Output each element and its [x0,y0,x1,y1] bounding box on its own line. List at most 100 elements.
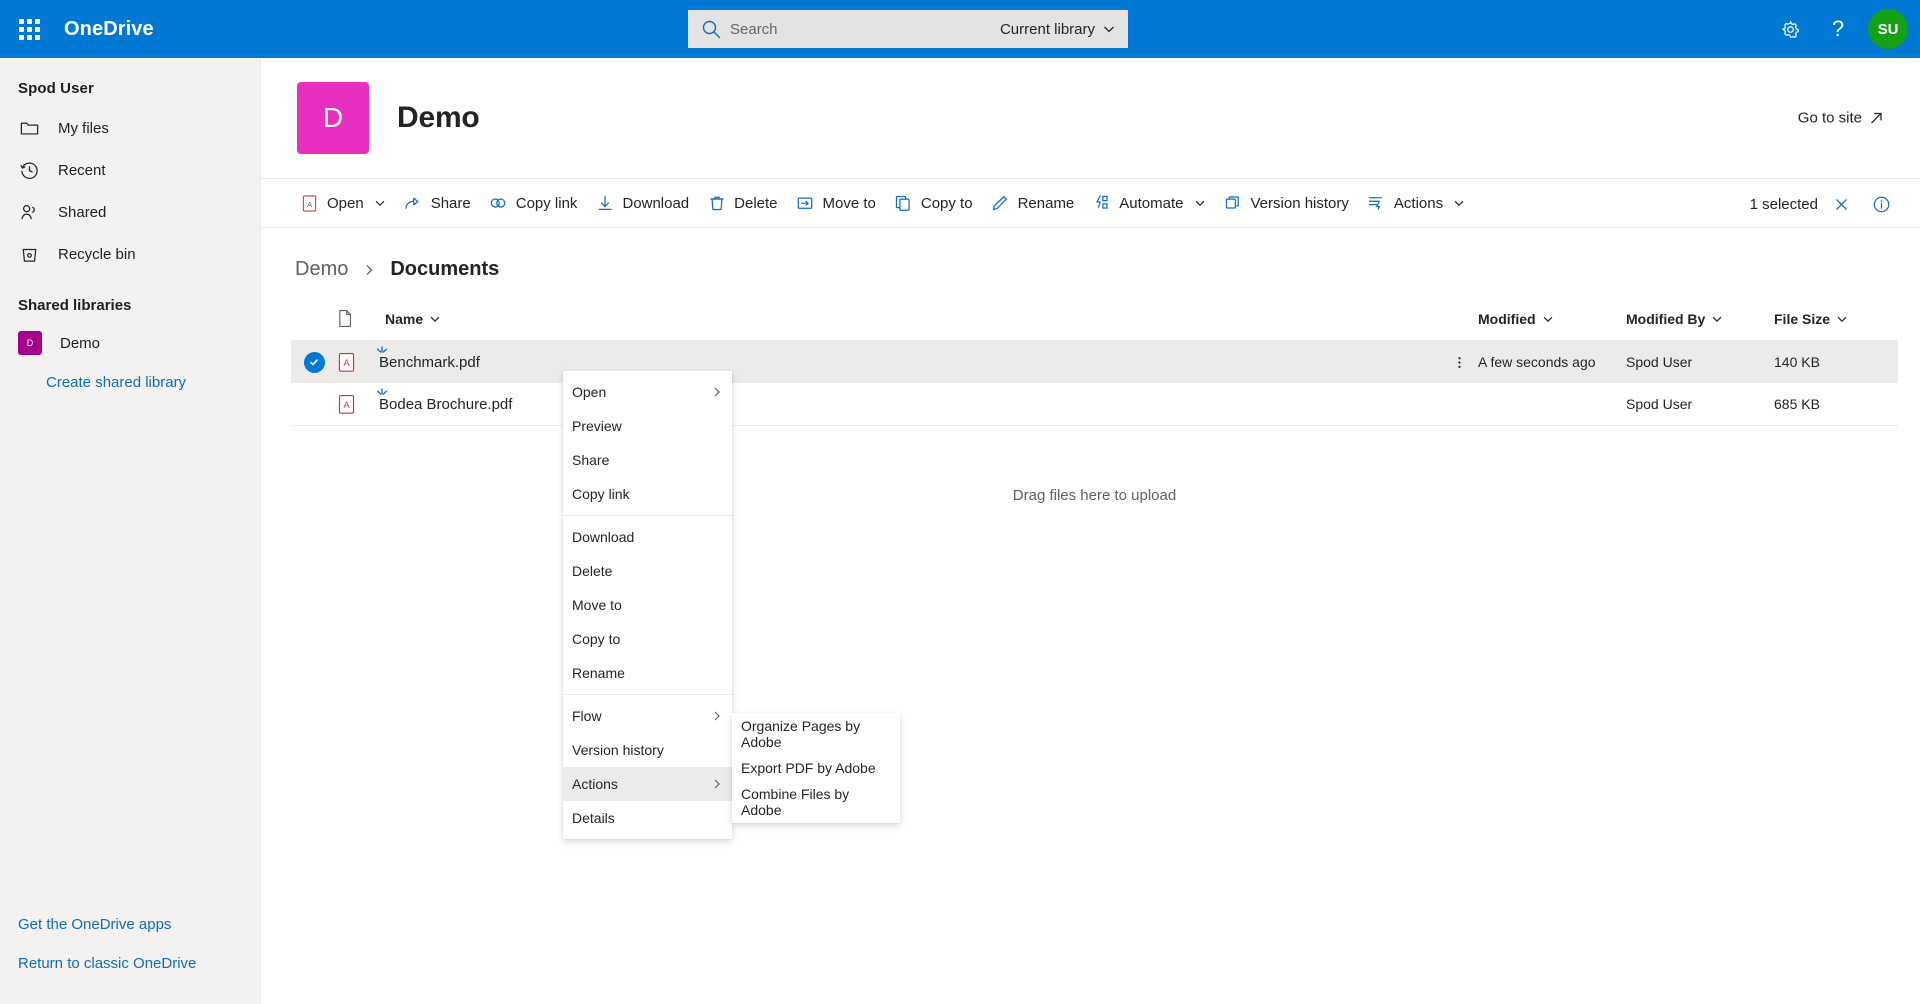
table-row[interactable]: A Bodea Brochure.pdf Spod User 685 KB [291,383,1898,425]
chevron-down-icon [1102,22,1116,36]
file-name-link[interactable]: Benchmark.pdf [379,354,480,371]
submenu-item-label: Export PDF by Adobe [741,760,891,776]
row-checkbox[interactable] [291,352,337,373]
context-menu-item-download[interactable]: Download [563,520,732,554]
command-label: Copy to [921,195,973,212]
column-header-modified[interactable]: Modified [1472,302,1620,336]
chevron-right-icon [711,386,723,398]
column-header-modified-by[interactable]: Modified By [1620,302,1768,336]
context-menu-item-copy-to[interactable]: Copy to [563,622,732,656]
go-to-site-link[interactable]: Go to site [1798,110,1884,127]
sidebar-item-recent[interactable]: Recent [0,149,260,191]
context-menu-item-move-to[interactable]: Move to [563,588,732,622]
context-menu-item-share[interactable]: Share [563,443,732,477]
command-copy-link[interactable]: Copy link [480,183,587,223]
sidebar-library-demo[interactable]: D Demo [0,322,260,364]
command-label: Open [327,195,364,212]
modified-cell: A few seconds ago [1472,354,1620,370]
command-share[interactable]: Share [395,183,480,223]
drop-zone[interactable]: Drag files here to upload [291,425,1898,565]
drop-zone-hint: Drag files here to upload [1013,487,1176,504]
context-menu-item-actions[interactable]: Actions [563,767,732,801]
context-menu-item-label: Preview [572,418,723,434]
command-download[interactable]: Download [586,183,698,223]
command-rename[interactable]: Rename [982,183,1084,223]
avatar[interactable]: SU [1868,9,1908,49]
breadcrumb-item-demo[interactable]: Demo [291,256,352,283]
command-actions[interactable]: Actions [1358,183,1474,223]
sidebar-item-shared[interactable]: Shared [0,191,260,233]
sidebar-item-label: My files [58,120,109,137]
selection-count: 1 selected [1750,196,1818,213]
row-more-actions-button[interactable] [1446,355,1472,370]
return-to-classic-onedrive-link[interactable]: Return to classic OneDrive [0,945,260,984]
file-type-icon-cell: A [337,352,379,373]
search-input[interactable] [730,21,990,38]
sidebar: Spod User My files Recent [0,58,261,1004]
people-icon [18,201,40,223]
column-header-file-size[interactable]: File Size [1768,302,1898,336]
command-move-to[interactable]: Move to [787,183,885,223]
context-menu-item-preview[interactable]: Preview [563,409,732,443]
get-onedrive-apps-link[interactable]: Get the OneDrive apps [0,906,260,945]
settings-button[interactable] [1766,5,1814,53]
sidebar-item-recycle-bin[interactable]: Recycle bin [0,233,260,275]
context-menu-item-copy-link[interactable]: Copy link [563,477,732,511]
library-label: Demo [60,335,100,352]
context-menu-item-delete[interactable]: Delete [563,554,732,588]
file-name-link[interactable]: Bodea Brochure.pdf [379,396,512,413]
file-type-icon-cell: A [337,394,379,415]
context-menu-item-rename[interactable]: Rename [563,656,732,690]
file-type-column-header[interactable] [337,309,379,328]
sidebar-item-label: Recent [58,162,106,179]
trash-icon [707,194,726,213]
actions-icon [1367,194,1386,213]
context-menu-item-label: Copy to [572,631,723,647]
clear-selection-button[interactable] [1824,187,1858,221]
command-label: Delete [734,195,777,212]
column-header-name[interactable]: Name [379,302,1472,336]
context-menu-item-label: Move to [572,597,723,613]
command-automate[interactable]: Automate [1083,183,1214,223]
command-label: Download [622,195,689,212]
help-button[interactable]: ? [1814,5,1862,53]
new-file-badge-icon [375,387,389,401]
submenu-item-combine-files[interactable]: Combine Files by Adobe [732,785,900,819]
create-shared-library-link[interactable]: Create shared library [0,364,260,401]
submenu-item-organize-pages[interactable]: Organize Pages by Adobe [732,717,900,751]
command-open[interactable]: A Open [291,183,395,223]
command-label: Actions [1394,195,1443,212]
sidebar-item-my-files[interactable]: My files [0,107,260,149]
file-list-header: Name Modified Modified By File Size [291,297,1898,341]
column-header-label: Modified By [1626,311,1705,327]
brand-onedrive[interactable]: OneDrive [64,18,154,41]
command-copy-to[interactable]: Copy to [885,183,982,223]
checkbox-checked-icon [304,352,325,373]
chevron-right-icon [711,710,723,722]
context-menu-item-details[interactable]: Details [563,801,732,835]
svg-text:A: A [343,399,349,409]
submenu-item-export-pdf[interactable]: Export PDF by Adobe [732,751,900,785]
command-version-history[interactable]: Version history [1215,183,1358,223]
command-label: Rename [1018,195,1075,212]
chevron-down-icon [374,197,386,209]
breadcrumb-item-documents[interactable]: Documents [386,256,503,283]
column-header-label: Name [385,311,423,327]
table-row[interactable]: A Benchmark.pdf A few seconds ago Spod U… [291,341,1898,383]
sidebar-footer: Get the OneDrive apps Return to classic … [0,906,260,984]
search-box[interactable]: Current library [688,10,1128,48]
app-launcher-button[interactable] [0,0,58,58]
site-header: D Demo Go to site [261,58,1920,178]
chevron-down-icon [1836,313,1848,325]
command-delete[interactable]: Delete [698,183,786,223]
version-history-icon [1224,194,1243,213]
context-menu-item-open[interactable]: Open [563,375,732,409]
context-menu-item-version-history[interactable]: Version history [563,733,732,767]
pdf-icon: A [337,352,356,373]
submenu-item-label: Organize Pages by Adobe [741,718,891,750]
pdf-icon: A [337,394,356,415]
search-scope-selector[interactable]: Current library [990,21,1116,38]
context-menu-item-flow[interactable]: Flow [563,699,732,733]
share-icon [404,194,423,213]
details-pane-button[interactable] [1864,187,1898,221]
